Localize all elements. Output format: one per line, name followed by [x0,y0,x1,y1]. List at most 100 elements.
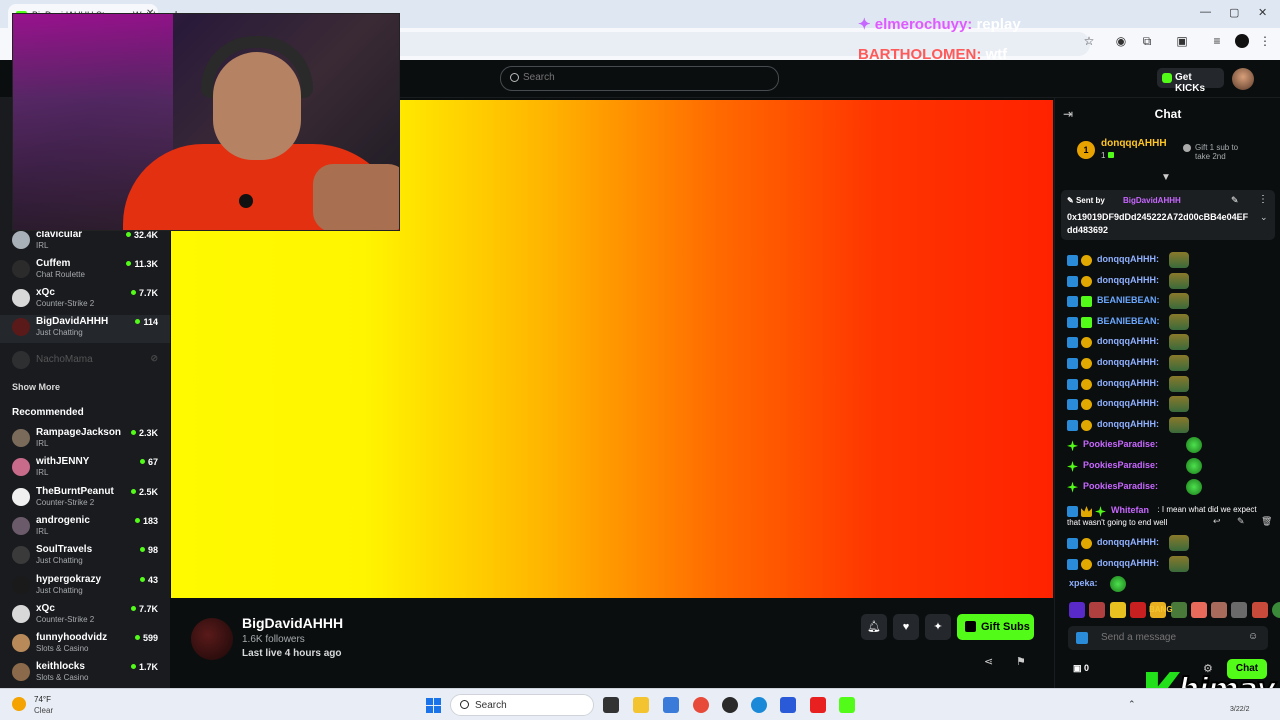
chat-username[interactable]: donqqqAHHH: [1097,254,1159,264]
chat-username[interactable]: xpeka: [1069,578,1098,588]
show-more-button[interactable]: Show More [12,382,60,392]
chevron-down-icon[interactable]: ⌄ [1260,212,1268,223]
minimize-icon[interactable]: — [1200,6,1211,18]
window-close-icon[interactable]: ✕ [1258,6,1267,19]
chat-message[interactable]: PookiesParadise: [1067,458,1267,478]
taskbar-search[interactable]: Search [450,694,594,716]
weather-temperature[interactable]: 74°F [34,695,51,704]
chat-message[interactable]: BEANIEBEAN: [1067,293,1267,313]
emote-icon[interactable] [1251,602,1268,618]
sidebar-channel[interactable]: funnyhoodvidz Slots & Casino 599 [0,631,170,659]
copilot-icon[interactable] [663,697,679,713]
sidebar-channel[interactable]: androgenic IRL 183 [0,514,170,542]
sidebar-channel[interactable]: clavicular IRL 32.4K [0,228,170,256]
media-icon[interactable]: ≡ [1210,34,1224,48]
channel-avatar[interactable] [191,618,233,660]
chat-message[interactable]: donqqqAHHH: [1067,375,1267,396]
chat-message[interactable]: BEANIEBEAN: [1067,313,1267,334]
emote-icon[interactable] [1211,602,1228,618]
filter-icon[interactable]: ▼ [1161,172,1171,183]
chat-username[interactable]: donqqqAHHH: [1097,537,1159,547]
emote-icon[interactable] [1190,602,1207,618]
emote-icon[interactable] [1069,602,1085,618]
user-avatar[interactable] [1232,68,1254,90]
pinned-menu-icon[interactable]: ⋮ [1258,194,1268,205]
gift-hint[interactable]: Gift 1 sub to take 2nd [1183,143,1253,161]
sidebar-channel[interactable]: SoulTravels Just Chatting 98 [0,543,170,571]
gift-subs-button[interactable]: Gift Subs [957,614,1034,640]
chat-username[interactable]: donqqqAHHH: [1097,398,1159,408]
chat-message[interactable]: donqqqAHHH: [1067,416,1267,437]
chat-message[interactable]: donqqqAHHH: [1067,334,1267,354]
chat-message[interactable]: xpeka: [1067,576,1267,596]
edge-icon[interactable] [751,697,767,713]
emoji-icon[interactable]: ☺ [1248,631,1258,642]
search-bar[interactable] [500,66,779,91]
chat-username[interactable]: PookiesParadise: [1083,460,1158,470]
chat-username[interactable]: donqqqAHHH: [1097,558,1159,568]
sidebar-channel[interactable]: withJENNY IRL 67 [0,455,170,483]
pin-icon[interactable]: ✎ [1231,195,1239,206]
chat-message[interactable]: donqqqAHHH: [1067,555,1267,576]
chat-input[interactable] [1101,632,1241,643]
chat-username[interactable]: BEANIEBEAN: [1097,295,1160,305]
emote-icon[interactable] [1272,602,1280,618]
chat-points[interactable]: ▣ 0 [1073,663,1089,674]
maximize-icon[interactable]: ▢ [1229,6,1239,19]
leaderboard-name[interactable]: donqqqAHHH [1101,138,1167,149]
windows-start-icon[interactable] [426,698,441,713]
chat-username[interactable]: donqqqAHHH: [1097,336,1159,346]
sidebar-offline-channel[interactable]: NachoMama ⊘ [0,348,170,376]
chat-message[interactable]: PookiesParadise: [1067,437,1267,457]
chat-username[interactable]: donqqqAHHH: [1097,419,1159,429]
obs-icon[interactable] [722,697,738,713]
chat-message[interactable]: donqqqAHHH: [1067,252,1267,272]
extension-icon[interactable]: ◉ [1114,34,1128,48]
sparkle-button[interactable]: ✦ [925,614,951,640]
chrome-icon[interactable] [693,697,709,713]
sidebar-channel[interactable]: keithlocks Slots & Casino 1.7K [0,660,170,688]
chat-username[interactable]: donqqqAHHH: [1097,275,1159,285]
emote-icon[interactable] [1109,602,1126,618]
reply-icon[interactable]: ↩ [1213,516,1221,527]
channel-name[interactable]: BigDavidAHHH [242,615,343,631]
weather-moon-icon[interactable] [12,697,26,711]
sidebar-channel[interactable]: hypergokrazy Just Chatting 43 [0,573,170,601]
pin-icon[interactable]: ✎ [1237,516,1245,527]
notification-bell-button[interactable]: 🔔︎ [861,614,887,640]
follow-heart-button[interactable]: ♥ [893,614,919,640]
emote-icon[interactable] [1129,602,1146,618]
chat-message[interactable]: PookiesParadise: [1067,478,1267,499]
chat-input-box[interactable]: ☺ [1068,626,1268,650]
tray-chevron-icon[interactable]: ⌃ [1128,699,1136,710]
get-kicks-button[interactable]: Get KICKs [1157,68,1224,94]
chat-message[interactable]: donqqqAHHH: [1067,272,1267,293]
tab-search-icon[interactable]: ▣ [1175,34,1189,48]
chat-username[interactable]: donqqqAHHH: [1097,357,1159,367]
emote-icon[interactable] [1170,602,1187,618]
profile-icon[interactable] [1235,34,1249,48]
chat-username[interactable]: BEANIEBEAN: [1097,316,1160,326]
chat-username[interactable]: donqqqAHHH: [1097,378,1159,388]
store-icon[interactable] [780,697,796,713]
pinned-sender[interactable]: BigDavidAHHH [1123,196,1181,205]
sidebar-channel[interactable]: xQc Counter-Strike 2 7.7K [0,602,170,630]
sidebar-channel[interactable]: BigDavidAHHH Just Chatting 114 [0,315,170,343]
chat-username[interactable]: PookiesParadise: [1083,439,1158,449]
sidebar-channel[interactable]: xQc Counter-Strike 2 7.7K [0,286,170,314]
report-icon[interactable]: ⚑ [1016,655,1026,668]
share-icon[interactable]: ⋖ [984,655,993,668]
emote-icon[interactable] [1231,602,1248,618]
sidebar-channel[interactable]: Cuffem Chat Roulette 11.3K [0,257,170,285]
bang-emote[interactable]: BANG [1149,605,1173,621]
emote-icon[interactable] [1089,602,1106,618]
puzzle-icon[interactable]: ⧉ [1140,34,1154,48]
file-explorer-icon[interactable] [633,697,649,713]
task-view-icon[interactable] [603,697,619,713]
weather-condition[interactable]: Clear [34,706,53,715]
bookmark-star-icon[interactable]: ☆ [1082,34,1096,48]
sidebar-channel[interactable]: TheBurntPeanut Counter-Strike 2 2.5K [0,485,170,513]
sidebar-channel[interactable]: RampageJackson IRL 2.3K [0,426,170,454]
chat-message[interactable]: donqqqAHHH: [1067,535,1267,555]
chat-username[interactable]: PookiesParadise: [1083,481,1158,491]
